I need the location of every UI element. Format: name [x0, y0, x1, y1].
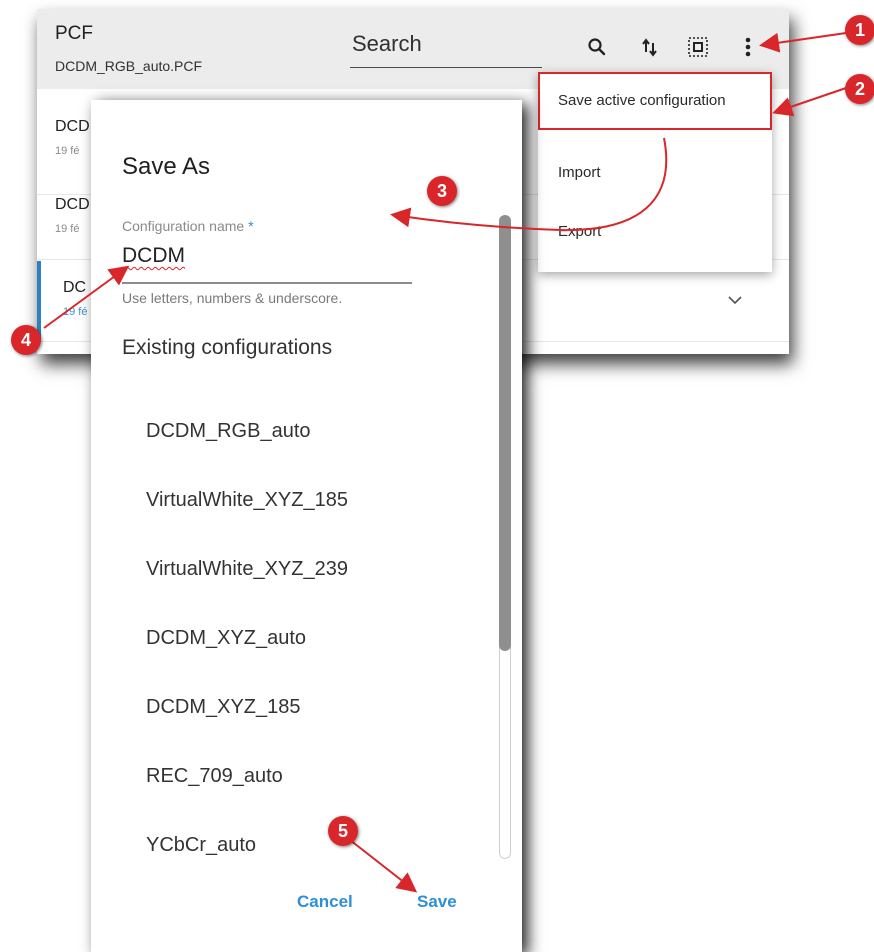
list-item-date: 19 fé — [55, 145, 80, 157]
section-heading: Existing configurations — [122, 336, 333, 359]
list-item-title: DC — [63, 279, 87, 296]
menu-item-import[interactable]: Import — [558, 164, 601, 181]
callout-1: 1 — [845, 15, 874, 45]
active-indicator — [37, 261, 41, 341]
required-mark: * — [248, 218, 254, 234]
dialog-title: Save As — [122, 153, 211, 180]
field-underline — [122, 282, 412, 284]
app-title: PCF — [55, 23, 93, 44]
callout-3: 3 — [427, 176, 457, 206]
callout-4: 4 — [11, 325, 41, 355]
configuration-item[interactable]: VirtualWhite_XYZ_239 — [146, 558, 348, 581]
list-item-title: DCD — [55, 118, 90, 135]
field-label: Configuration name * — [122, 218, 254, 234]
more-vert-icon[interactable] — [736, 35, 760, 59]
cancel-button[interactable]: Cancel — [297, 892, 353, 912]
configuration-item[interactable]: YCbCr_auto — [146, 834, 256, 857]
configuration-item[interactable]: REC_709_auto — [146, 765, 283, 788]
search-icon[interactable] — [585, 35, 609, 59]
configuration-item[interactable]: DCDM_XYZ_auto — [146, 627, 306, 650]
scrollbar-thumb[interactable] — [499, 215, 511, 651]
sort-icon[interactable] — [638, 35, 662, 59]
list-item-date: 19 fé — [63, 306, 88, 318]
menu-item-export[interactable]: Export — [558, 223, 601, 240]
search-input[interactable]: Search — [350, 27, 542, 68]
configuration-item[interactable]: DCDM_XYZ_185 — [146, 696, 301, 719]
configuration-name-input[interactable]: DCDM — [122, 244, 185, 268]
configuration-item[interactable]: DCDM_RGB_auto — [146, 420, 311, 443]
callout-2: 2 — [845, 74, 874, 104]
save-button[interactable]: Save — [417, 892, 457, 912]
overflow-menu: Save active configuration Import Export — [538, 72, 772, 272]
field-hint: Use letters, numbers & underscore. — [122, 290, 343, 306]
field-label-text: Configuration name — [122, 218, 245, 234]
list-item-date: 19 fé — [55, 223, 80, 235]
configuration-item[interactable]: VirtualWhite_XYZ_185 — [146, 489, 348, 512]
select-all-icon[interactable] — [686, 35, 710, 59]
callout-5: 5 — [328, 816, 358, 846]
chevron-down-icon[interactable] — [727, 295, 743, 305]
search-placeholder: Search — [352, 31, 422, 56]
list-item-title: DCD — [55, 196, 90, 213]
app-subtitle: DCDM_RGB_auto.PCF — [55, 58, 203, 74]
menu-item-save-active-configuration[interactable]: Save active configuration — [558, 92, 726, 109]
save-as-dialog: Save As Configuration name * DCDM Use le… — [91, 100, 522, 952]
